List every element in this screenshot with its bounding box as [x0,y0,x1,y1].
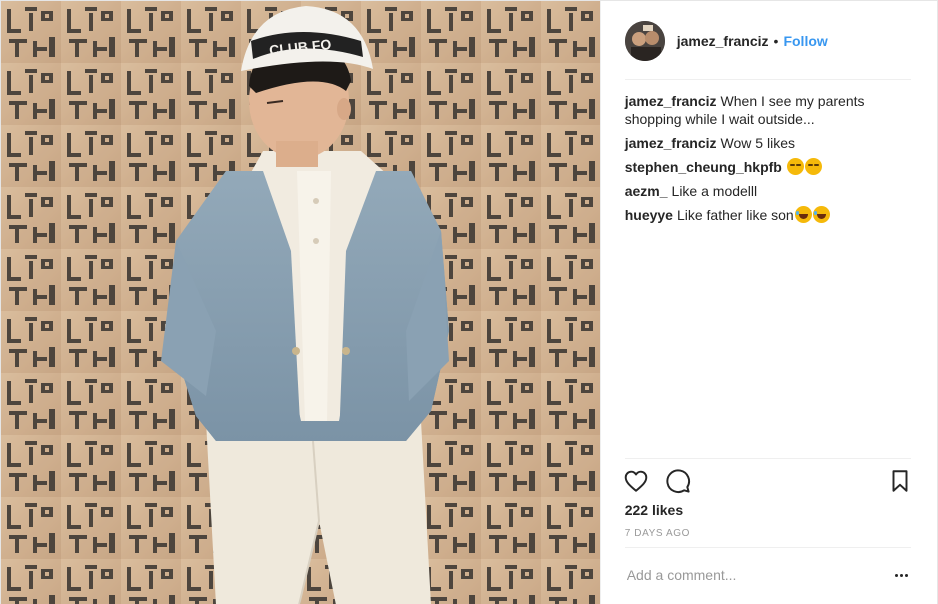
tears-of-joy-icon [794,206,812,223]
speech-bubble-icon [666,469,690,493]
post-author-username[interactable]: jamez_franciz [677,33,769,49]
likes-count[interactable]: 222 likes [625,502,683,518]
post-header: jamez_franciz • Follow [624,21,911,61]
tears-of-joy-icon [812,206,830,223]
photo-illustration: CLUB FO [1,1,600,604]
comment-item: hueyye Like father like son [625,206,911,224]
follow-button[interactable]: Follow [783,33,827,49]
comment-username[interactable]: jamez_franciz [625,135,717,151]
comment-text: Wow 5 likes [720,135,795,151]
comment-item: aezm_ Like a modelll [625,182,911,200]
heart-icon [624,470,647,492]
comment-button[interactable] [665,468,691,494]
comment-text: Like a modelll [671,183,758,199]
ellipsis-dot [894,573,898,577]
comment-item: jamez_franciz When I see my parents shopp… [625,92,911,128]
comment-list: jamez_franciz When I see my parents shopp… [625,92,911,230]
bookmark-icon [892,470,908,492]
comment-item: jamez_franciz Wow 5 likes [625,134,911,152]
post-photo[interactable]: CLUB FO [1,1,600,604]
like-button[interactable] [623,468,649,494]
smirking-face-icon [804,158,822,175]
avatar[interactable] [624,21,665,61]
comment-username[interactable]: stephen_cheung_hkpfb [625,159,782,175]
save-button[interactable] [887,468,913,494]
smirking-face-icon [786,158,804,175]
action-bar [623,468,911,496]
divider [624,79,911,80]
ellipsis-dot [904,573,908,577]
comment-username[interactable]: hueyye [625,207,673,223]
comment-username[interactable]: aezm_ [625,183,668,199]
comment-username[interactable]: jamez_franciz [625,93,717,109]
comment-text: Like father like son [676,207,794,223]
comment-item: stephen_cheung_hkpfb [625,158,911,176]
post-timestamp[interactable]: 7 DAYS AGO [625,528,690,539]
divider [624,458,911,459]
ellipsis-dot [899,573,903,577]
comment-input[interactable] [624,567,891,583]
post-sidebar: jamez_franciz • Follow jamez_franciz When… [599,1,937,604]
divider [624,547,911,548]
avatar-image [624,21,665,61]
more-options-button[interactable] [891,565,911,585]
separator-dot: • [773,33,779,49]
instagram-post: CLUB FO jamez_franciz • Follow jamez_fra… [0,0,938,604]
add-comment-section [624,559,911,591]
